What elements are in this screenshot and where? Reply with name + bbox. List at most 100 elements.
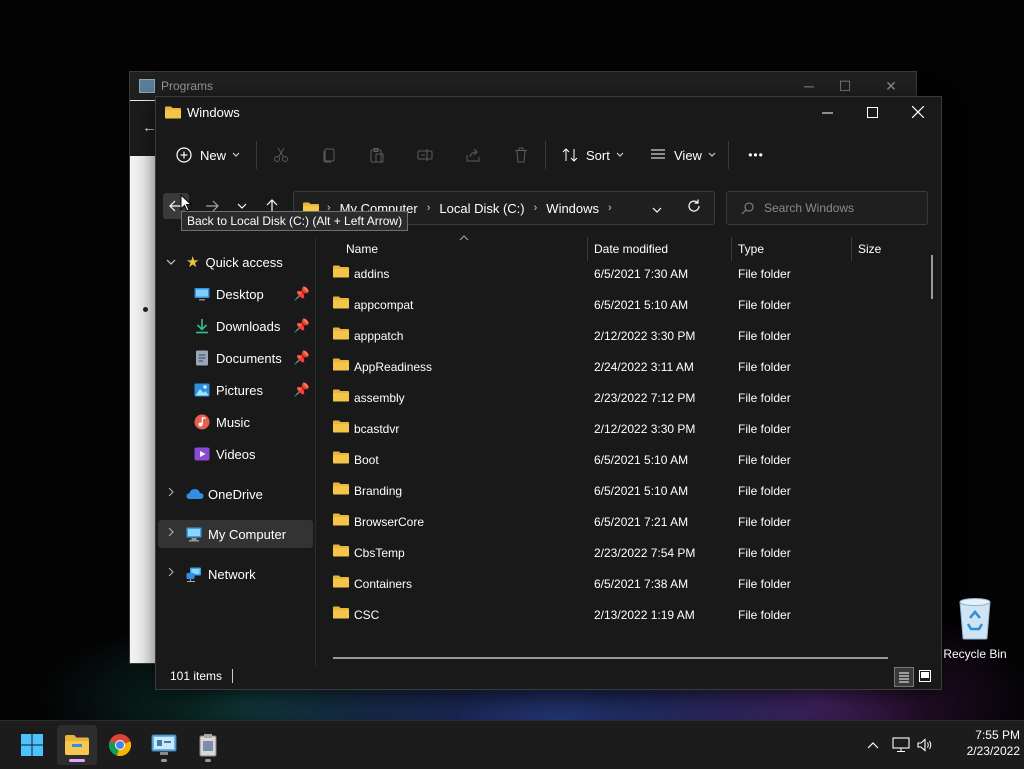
delete-icon[interactable] [497, 139, 545, 171]
sidebar-item-downloads[interactable]: Downloads 📌 [194, 312, 310, 340]
folder-icon [333, 575, 349, 588]
folder-icon [333, 296, 349, 309]
back-button-tooltip: Back to Local Disk (C:) (Alt + Left Arro… [181, 211, 409, 231]
table-row[interactable]: Boot 6/5/2021 5:10 AM File folder [316, 444, 916, 475]
view-button[interactable]: View [650, 139, 722, 171]
file-type: File folder [738, 514, 791, 529]
item-count: 101 items [170, 669, 223, 683]
table-row[interactable]: Containers 6/5/2021 7:38 AM File folder [316, 568, 916, 599]
sidebar-item-label: Quick access [205, 254, 283, 270]
folder-icon [165, 106, 181, 118]
taskbar-chrome[interactable] [100, 725, 140, 765]
maximize-button[interactable] [849, 97, 895, 127]
file-type: File folder [738, 421, 791, 436]
breadcrumb-windows[interactable]: Windows [546, 201, 599, 216]
view-label: View [674, 147, 702, 163]
file-date-modified: 2/23/2022 7:54 PM [594, 545, 696, 560]
window-titlebar[interactable]: Windows [156, 97, 941, 127]
start-button[interactable] [12, 725, 52, 765]
computer-icon [186, 527, 202, 541]
rename-icon[interactable] [401, 139, 449, 171]
recycle-bin-icon [959, 598, 991, 640]
new-label: New [200, 147, 227, 163]
taskbar-control-panel[interactable] [144, 725, 184, 765]
onedrive-expand-icon[interactable] [168, 487, 175, 500]
file-type: File folder [738, 576, 791, 591]
sidebar-item-desktop[interactable]: Desktop 📌 [194, 280, 310, 308]
table-row[interactable]: apppatch 2/12/2022 3:30 PM File folder [316, 320, 916, 351]
sidebar-item-pictures[interactable]: Pictures 📌 [194, 376, 310, 404]
table-row[interactable]: bcastdvr 2/12/2022 3:30 PM File folder [316, 413, 916, 444]
new-button[interactable]: New [176, 139, 248, 171]
folder-icon [333, 606, 349, 619]
table-row[interactable]: BrowserCore 6/5/2021 7:21 AM File folder [316, 506, 916, 537]
horizontal-scrollbar[interactable] [333, 657, 888, 659]
file-explorer-window[interactable]: Windows New Sort View ••• › My Computer … [155, 96, 942, 690]
sidebar-item-label: OneDrive [208, 486, 263, 502]
table-row[interactable]: assembly 2/23/2022 7:12 PM File folder [316, 382, 916, 413]
search-icon [741, 201, 754, 214]
search-input[interactable] [762, 200, 926, 216]
pin-icon: 📌 [293, 382, 310, 397]
sort-button[interactable]: Sort [562, 139, 632, 171]
clock-date: 2/23/2022 [966, 744, 1020, 758]
vertical-scrollbar[interactable] [931, 255, 933, 299]
table-row[interactable]: CbsTemp 2/23/2022 7:54 PM File folder [316, 537, 916, 568]
breadcrumb-local-disk[interactable]: Local Disk (C:) [439, 201, 524, 216]
table-row[interactable]: Branding 6/5/2021 5:10 AM File folder [316, 475, 916, 506]
sidebar-item-label: Desktop [216, 286, 264, 302]
programs-icon [139, 79, 155, 93]
sidebar-item-quick-access[interactable]: ★ Quick access [186, 248, 283, 276]
my-computer-expand-icon[interactable] [168, 527, 175, 540]
cut-icon[interactable] [257, 139, 305, 171]
file-date-modified: 2/12/2022 3:30 PM [594, 328, 696, 343]
chevron-down-icon [232, 152, 240, 157]
sidebar-item-my-computer[interactable]: My Computer [186, 520, 286, 548]
more-options-button[interactable]: ••• [743, 139, 769, 171]
taskbar-clock[interactable]: 7:55 PM 2/23/2022 [935, 727, 1020, 759]
network-status-button[interactable] [890, 721, 912, 769]
desktop-icon [194, 288, 210, 301]
sidebar-item-videos[interactable]: Videos [194, 440, 256, 468]
sidebar-item-documents[interactable]: Documents 📌 [194, 344, 310, 372]
table-row[interactable]: AppReadiness 2/24/2022 3:11 AM File folder [316, 351, 916, 382]
refresh-button[interactable] [687, 199, 701, 216]
copy-icon[interactable] [305, 139, 353, 171]
sidebar-item-network[interactable]: Network [186, 560, 256, 588]
folder-icon [333, 544, 349, 557]
sidebar-item-onedrive[interactable]: OneDrive [186, 480, 263, 508]
file-date-modified: 6/5/2021 7:30 AM [594, 266, 689, 281]
background-window-title: Programs [161, 79, 214, 93]
minimize-button[interactable] [804, 97, 850, 127]
clock-time: 7:55 PM [975, 728, 1020, 742]
table-row[interactable]: appcompat 6/5/2021 5:10 AM File folder [316, 289, 916, 320]
volume-button[interactable] [915, 721, 937, 769]
control-panel-icon [151, 734, 177, 755]
file-date-modified: 6/5/2021 7:21 AM [594, 514, 689, 529]
table-row[interactable]: CSC 2/13/2022 1:19 AM File folder [316, 599, 916, 630]
plus-circle-icon [176, 147, 192, 163]
search-box[interactable] [726, 191, 928, 225]
share-icon[interactable] [449, 139, 497, 171]
sidebar-item-music[interactable]: Music [194, 408, 250, 436]
breadcrumb-separator-icon[interactable]: › [534, 202, 538, 214]
breadcrumb-separator-icon[interactable]: › [427, 202, 431, 214]
recycle-bin-label: Recycle Bin [943, 647, 1007, 661]
tiles-view-button[interactable] [916, 667, 934, 685]
folder-icon [333, 482, 349, 495]
table-row[interactable]: addins 6/5/2021 7:30 AM File folder [316, 258, 916, 289]
paste-icon[interactable] [353, 139, 401, 171]
network-expand-icon[interactable] [168, 567, 175, 580]
taskbar-programs[interactable] [188, 725, 228, 765]
file-name: assembly [354, 390, 405, 405]
show-hidden-icons-button[interactable] [862, 721, 884, 769]
quick-access-expand-icon[interactable] [166, 257, 176, 269]
minimize-icon [821, 112, 833, 113]
taskbar-file-explorer[interactable] [57, 725, 97, 765]
breadcrumb-separator-icon[interactable]: › [608, 202, 612, 214]
details-view-button[interactable] [894, 667, 914, 687]
file-type: File folder [738, 390, 791, 405]
address-history-dropdown[interactable] [652, 203, 662, 217]
desktop-icon-recycle-bin[interactable]: Recycle Bin [940, 596, 1010, 661]
close-button[interactable] [895, 97, 941, 127]
